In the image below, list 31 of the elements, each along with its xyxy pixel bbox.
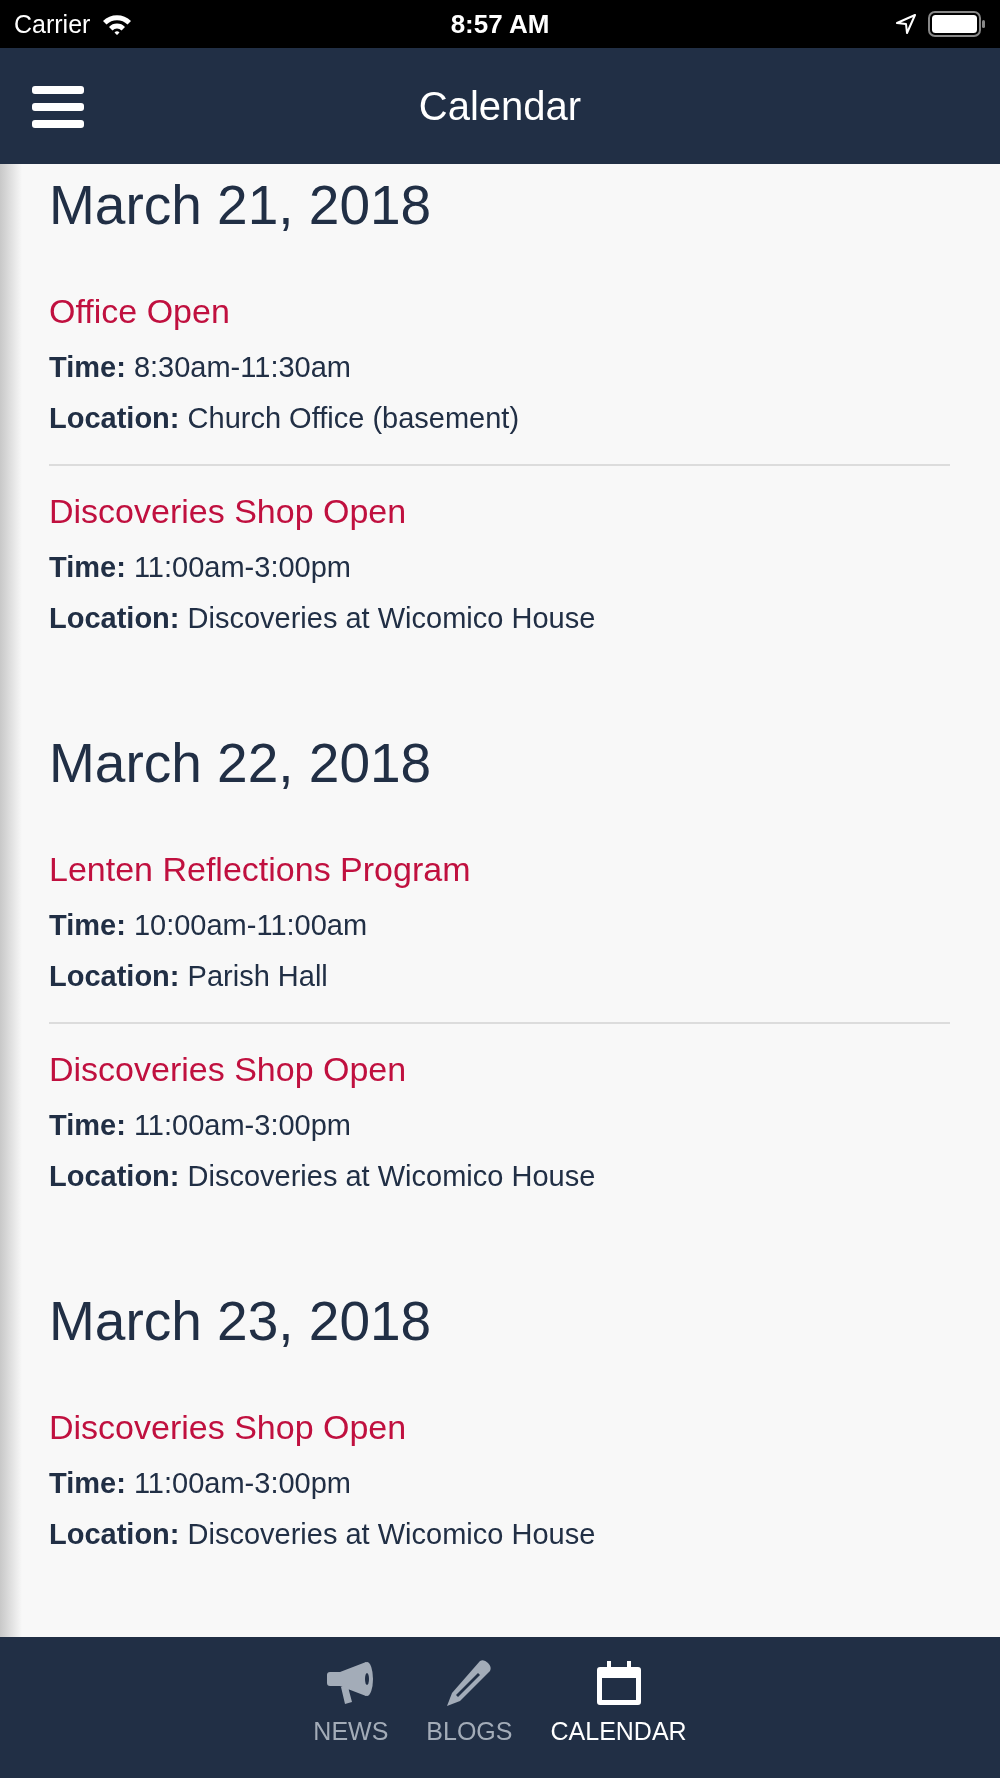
event-location: Location: Discoveries at Wicomico House: [49, 1159, 597, 1194]
event-title[interactable]: Lenten Reflections Program: [49, 844, 471, 894]
menu-icon[interactable]: [32, 86, 84, 128]
location-arrow-icon: [896, 14, 916, 34]
calendar-icon: [596, 1659, 641, 1707]
event-location: Location: Discoveries at Wicomico House: [49, 1517, 597, 1552]
wifi-icon: [102, 13, 133, 35]
megaphone-icon: [325, 1659, 376, 1707]
pencil-icon: [446, 1659, 493, 1707]
event-time: Time: 11:00am-3:00pm: [49, 550, 352, 585]
event-location: Location: Discoveries at Wicomico House: [49, 601, 597, 636]
event-title[interactable]: Discoveries Shop Open: [49, 1044, 407, 1094]
battery-icon: [928, 11, 986, 37]
event-title[interactable]: Office Open: [49, 286, 230, 336]
screen-title: Calendar: [418, 83, 582, 129]
event-title[interactable]: Discoveries Shop Open: [49, 486, 407, 536]
event-location: Location: Church Office (basement): [49, 401, 521, 436]
event-time: Time: 8:30am-11:30am: [49, 350, 352, 385]
tab[interactable]: CALENDAR: [550, 1659, 687, 1778]
event-time: Time: 11:00am-3:00pm: [49, 1466, 352, 1501]
event-time: Time: 10:00am-11:00am: [49, 908, 369, 943]
carrier-name: Carrier: [14, 9, 91, 39]
event-title[interactable]: Discoveries Shop Open: [49, 1402, 407, 1452]
date-heading: March 21, 2018: [49, 173, 433, 238]
status-time: 8:57 AM: [450, 8, 550, 40]
date-heading: March 23, 2018: [49, 1289, 433, 1354]
date-heading: March 22, 2018: [49, 731, 433, 796]
tab[interactable]: NEWS: [313, 1659, 389, 1778]
event-location: Location: Parish Hall: [49, 959, 329, 994]
event-time: Time: 11:00am-3:00pm: [49, 1108, 352, 1143]
tab[interactable]: BLOGS: [426, 1659, 513, 1778]
